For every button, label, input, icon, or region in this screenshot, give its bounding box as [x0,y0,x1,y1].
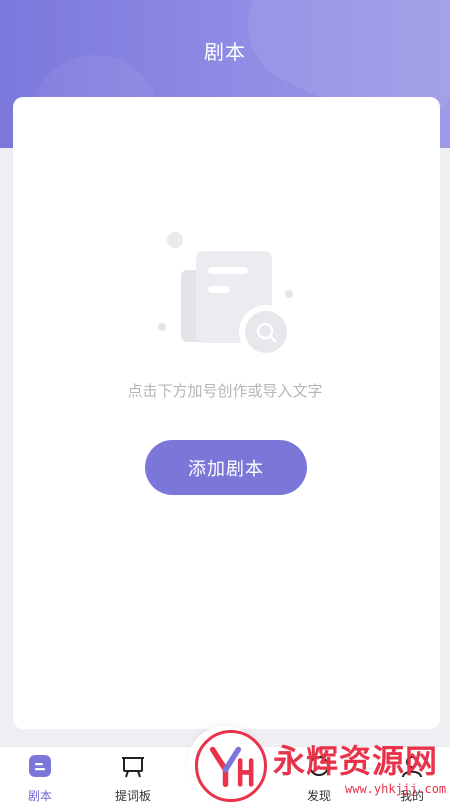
empty-hint-text: 点击下方加号创作或导入文字 [127,382,323,400]
tab-script[interactable]: 剧本 [5,753,75,804]
page-title: 剧本 [204,40,246,64]
plus-icon [195,734,255,794]
profile-icon [402,756,422,778]
script-icon [29,755,51,777]
create-fab-button[interactable] [187,726,263,802]
tab-profile[interactable]: 我的 [377,753,447,804]
discover-icon [309,756,329,776]
script-list-card [13,97,440,729]
add-script-button[interactable]: 添加剧本 [145,440,307,495]
tab-discover[interactable]: 发现 [284,753,354,804]
tab-teleprompter[interactable]: 提词板 [98,753,168,804]
tab-label: 提词板 [114,789,151,803]
empty-document-icon [158,232,293,359]
tab-label: 发现 [306,789,331,803]
teleprompter-icon [122,757,144,778]
tab-label: 剧本 [27,789,52,803]
tab-label: 我的 [399,789,424,803]
